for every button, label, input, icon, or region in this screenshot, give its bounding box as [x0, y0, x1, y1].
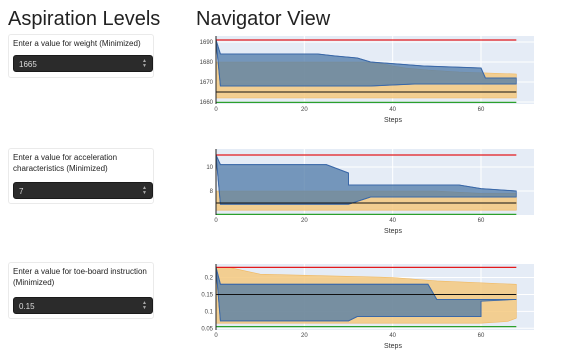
y-tick-label: 8: [210, 189, 214, 195]
y-tick-label: 0.2: [205, 276, 214, 282]
toe-board-input[interactable]: 0.15 ▲ ▼: [13, 297, 153, 314]
x-tick-label: 40: [389, 333, 396, 339]
x-tick-label: 0: [214, 218, 218, 224]
x-tick-label: 20: [301, 107, 308, 113]
x-tick-label: 60: [478, 107, 485, 113]
navigator-chart-acceleration[interactable]: 8 10 0 20 40 60 Steps: [196, 145, 536, 247]
y-tick-label: 0.15: [201, 292, 213, 298]
x-tick-label: 40: [389, 218, 396, 224]
aspiration-label-acceleration: Enter a value for acceleration character…: [13, 153, 118, 173]
x-axis-title: Steps: [384, 343, 402, 350]
y-tick-label: 1660: [200, 100, 214, 106]
spin-down-icon[interactable]: ▼: [142, 64, 147, 69]
navigator-chart-acceleration-svg[interactable]: 8 10 0 20 40 60 Steps: [196, 145, 536, 247]
spin-down-icon[interactable]: ▼: [142, 306, 147, 311]
x-tick-label: 60: [478, 333, 485, 339]
navigator-view-heading: Navigator View: [196, 8, 331, 30]
y-tick-label: 1690: [200, 40, 214, 46]
x-axis-title: Steps: [384, 228, 402, 235]
acceleration-spinner[interactable]: ▲ ▼: [142, 186, 147, 196]
acceleration-input-value: 7: [19, 187, 24, 196]
x-tick-label: 0: [214, 333, 218, 339]
aspiration-card-acceleration: Enter a value for acceleration character…: [8, 148, 154, 204]
toe-board-input-value: 0.15: [19, 302, 35, 311]
x-tick-label: 60: [478, 218, 485, 224]
x-tick-label: 0: [214, 107, 218, 113]
navigator-chart-toe-board-svg[interactable]: 0.05 0.1 0.15 0.2 0 20 40 60 Steps: [196, 260, 536, 352]
navigator-chart-weight-svg[interactable]: 1660 1670 1680 1690 0 20 40 60 Steps: [196, 32, 536, 134]
y-tick-label: 1680: [200, 60, 214, 66]
x-tick-label: 20: [301, 218, 308, 224]
aspiration-card-weight: Enter a value for weight (Minimized) 166…: [8, 34, 154, 78]
weight-input-value: 1665: [19, 60, 37, 69]
toe-board-spinner[interactable]: ▲ ▼: [142, 301, 147, 311]
weight-spinner[interactable]: ▲ ▼: [142, 59, 147, 69]
x-tick-label: 40: [389, 107, 396, 113]
navigator-chart-toe-board[interactable]: 0.05 0.1 0.15 0.2 0 20 40 60 Steps: [196, 260, 536, 352]
x-axis-title: Steps: [384, 117, 402, 124]
y-tick-label: 10: [206, 165, 213, 171]
navigator-chart-weight[interactable]: 1660 1670 1680 1690 0 20 40 60 Steps: [196, 32, 536, 134]
aspiration-label-weight: Enter a value for weight (Minimized): [13, 39, 141, 48]
x-tick-label: 20: [301, 333, 308, 339]
acceleration-input[interactable]: 7 ▲ ▼: [13, 182, 153, 199]
aspiration-card-toe-board: Enter a value for toe-board instruction …: [8, 262, 154, 319]
aspiration-label-toe-board: Enter a value for toe-board instruction …: [13, 267, 147, 287]
y-tick-label: 0.1: [205, 309, 214, 315]
y-tick-label: 1670: [200, 80, 214, 86]
aspiration-levels-heading: Aspiration Levels: [8, 8, 161, 30]
spin-down-icon[interactable]: ▼: [142, 191, 147, 196]
y-tick-label: 0.05: [201, 326, 213, 332]
weight-input[interactable]: 1665 ▲ ▼: [13, 55, 153, 72]
